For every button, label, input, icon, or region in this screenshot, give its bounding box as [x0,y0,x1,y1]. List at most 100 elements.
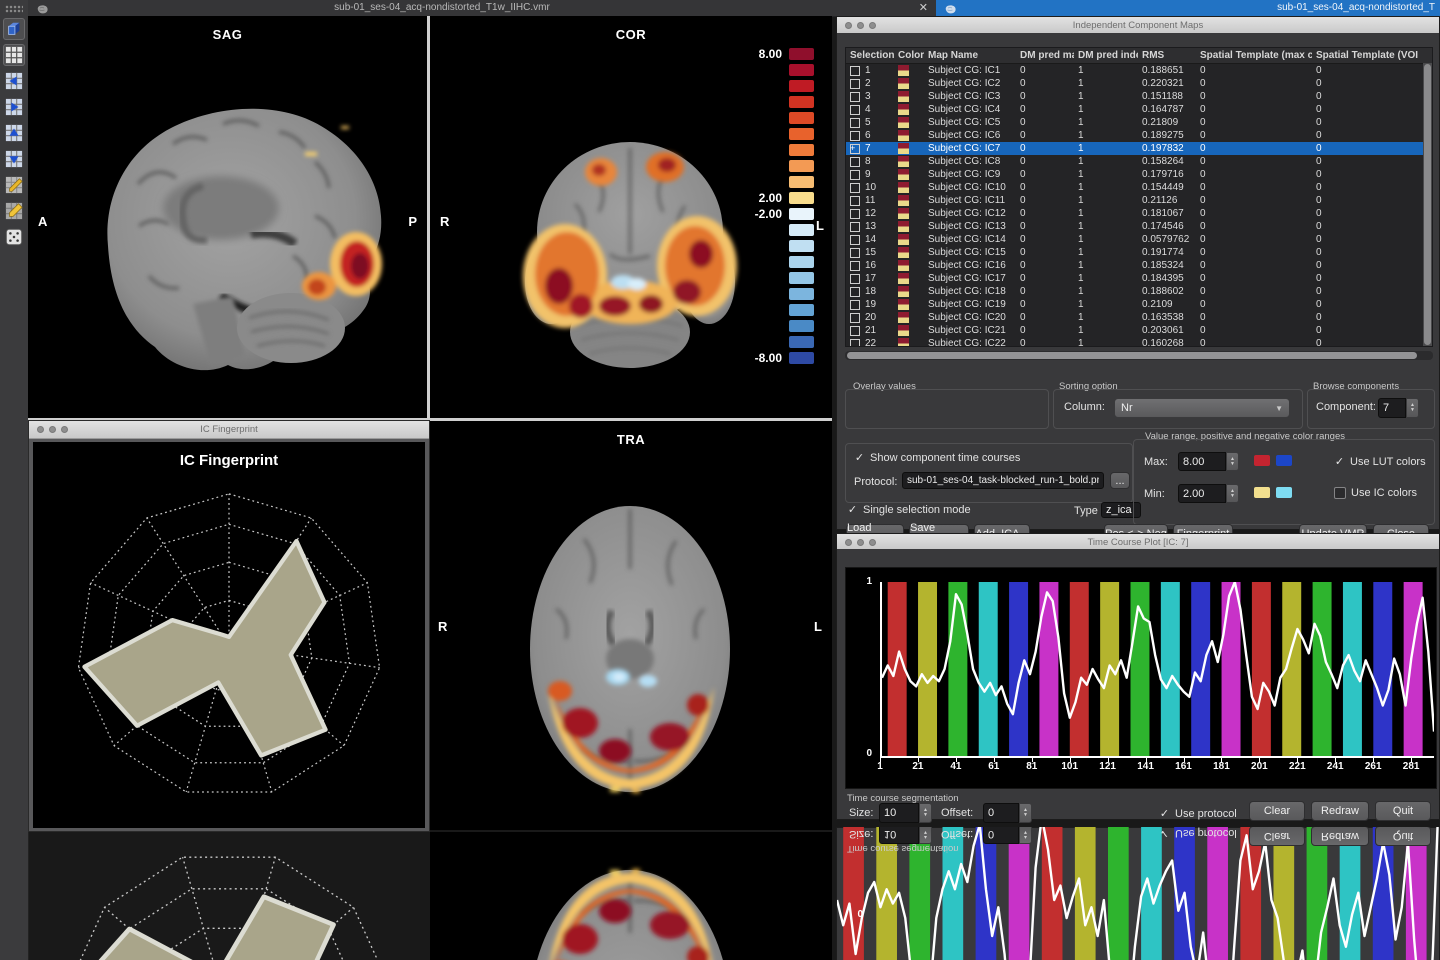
component-table[interactable]: SelectionColorMap NameDM pred maxDM pred… [845,47,1433,347]
protocol-field[interactable]: sub-01_ses-04_task-blocked_run-1_bold.pr… [902,472,1104,489]
table-row[interactable]: 14Subject CG: IC14010.057976200 [846,233,1432,246]
pencil-alt-icon[interactable] [3,200,25,222]
size-stepper[interactable]: 10 ▲▼ [879,803,932,823]
single-selection-checkbox[interactable]: ✓ Single selection mode [847,503,971,516]
table-row[interactable]: 21Subject CG: IC21010.20306100 [846,324,1432,337]
component-table-header[interactable]: SelectionColorMap NameDM pred maxDM pred… [846,48,1432,64]
row-checkbox[interactable] [850,118,860,128]
offset-stepper[interactable]: 0 ▲▼ [983,803,1032,823]
max-stepper[interactable]: 8.00 ▲▼ [1178,452,1239,471]
stepper-arrows-icon[interactable]: ▲▼ [1226,484,1239,503]
use-protocol-checkbox[interactable]: ✓ Use protocol [1159,807,1237,820]
stepper-arrows-icon[interactable]: ▲▼ [919,803,932,823]
sag-slice-view[interactable]: SAG A P [28,16,427,420]
row-checkbox[interactable] [850,183,860,193]
row-checkbox[interactable] [850,79,860,89]
table-row[interactable]: 11Subject CG: IC11010.2112600 [846,194,1432,207]
clear-button[interactable]: Clear [1249,801,1305,821]
table-row[interactable]: 20Subject CG: IC20010.16353800 [846,311,1432,324]
close-icon[interactable]: ✕ [919,1,928,14]
table-row[interactable]: 3Subject CG: IC3010.15118800 [846,90,1432,103]
stepper-arrows-icon[interactable]: ▲▼ [1019,803,1032,823]
fingerprint-reflection: IC Fingerprint IC Fingerprint [28,832,430,960]
column-header[interactable]: DM pred index [1074,48,1138,63]
column-header[interactable]: RMS [1138,48,1196,63]
stepper-arrows-icon: ▲▼ [1019,827,1032,844]
table-horizontal-scrollbar[interactable] [845,351,1433,360]
row-checkbox[interactable] [850,339,860,348]
column-header[interactable]: Map Name [924,48,1016,63]
table-row[interactable]: 4Subject CG: IC4010.16478700 [846,103,1432,116]
min-stepper[interactable]: 2.00 ▲▼ [1178,484,1239,503]
row-checkbox[interactable] [850,157,860,167]
row-checkbox[interactable] [850,131,860,141]
cor-view-label: COR [430,27,832,42]
fingerprint-window-titlebar[interactable]: IC Fingerprint [29,421,429,439]
vmr-window-titlebar[interactable]: sub-01_ses-04_acq-nondistorted_T1w_IIHC.… [28,0,936,17]
table-row[interactable]: 9Subject CG: IC9010.17971600 [846,168,1432,181]
stepper-arrows-icon[interactable]: ▲▼ [1226,452,1239,471]
sort-column-dropdown[interactable]: Nr ▼ [1114,398,1290,418]
redraw-button[interactable]: Redraw [1311,801,1369,821]
table-row[interactable]: 15Subject CG: IC15010.19177400 [846,246,1432,259]
tra-slice-view[interactable]: TRA R L [430,832,832,960]
table-row[interactable]: 7Subject CG: IC7010.19783200 [846,142,1432,155]
row-checkbox[interactable] [850,196,860,206]
stepper-arrows-icon[interactable]: ▲▼ [1406,398,1419,418]
row-checkbox[interactable] [850,300,860,310]
protocol-browse-button[interactable]: ... [1110,472,1130,489]
column-header[interactable]: Spatial Template (max cor [1196,48,1312,63]
tra-slice-view[interactable]: TRA R L [430,421,832,830]
column-header[interactable]: Color [894,48,924,63]
table-row[interactable]: 12Subject CG: IC12010.18106700 [846,207,1432,220]
row-checkbox[interactable] [850,144,860,154]
table-row[interactable]: 13Subject CG: IC13010.17454600 [846,220,1432,233]
row-checkbox[interactable] [850,261,860,271]
grid-icon[interactable] [3,44,25,66]
grid-arrow-right-icon[interactable] [3,96,25,118]
table-row[interactable]: 17Subject CG: IC17010.18439500 [846,272,1432,285]
row-checkbox[interactable] [850,170,860,180]
tcp-titlebar[interactable]: Time Course Plot [IC: 7] [837,534,1439,550]
row-checkbox[interactable] [850,235,860,245]
grid-arrow-down-icon[interactable] [3,148,25,170]
dice-icon[interactable] [3,226,25,248]
row-checkbox[interactable] [850,92,860,102]
icm-titlebar[interactable]: Independent Component Maps [837,17,1439,34]
table-vertical-scrollbar[interactable] [1423,63,1432,346]
grid-arrow-left-icon[interactable] [3,70,25,92]
table-row[interactable]: 2Subject CG: IC2010.22032100 [846,77,1432,90]
grid-arrow-up-icon[interactable] [3,122,25,144]
component-table-body[interactable]: 1Subject CG: IC1010.188651002Subject CG:… [846,64,1432,347]
table-row[interactable]: 5Subject CG: IC5010.2180900 [846,116,1432,129]
show-time-courses-checkbox[interactable]: ✓ Show component time courses [854,451,1020,464]
table-row[interactable]: 19Subject CG: IC19010.210900 [846,298,1432,311]
table-row[interactable]: 6Subject CG: IC6010.18927500 [846,129,1432,142]
use-ic-colors-checkbox[interactable]: Use IC colors [1334,487,1417,499]
row-checkbox[interactable] [850,222,860,232]
row-checkbox[interactable] [850,105,860,115]
row-checkbox[interactable] [850,209,860,219]
table-row[interactable]: 18Subject CG: IC18010.18860200 [846,285,1432,298]
row-checkbox[interactable] [850,66,860,76]
row-checkbox[interactable] [850,326,860,336]
row-checkbox[interactable] [850,274,860,284]
column-header[interactable]: Selection [846,48,894,63]
cube-3d-icon[interactable] [3,18,25,40]
table-row[interactable]: 22Subject CG: IC22010.16026800 [846,337,1432,347]
column-header[interactable]: DM pred max [1016,48,1074,63]
row-checkbox[interactable] [850,287,860,297]
component-stepper[interactable]: 7 ▲▼ [1378,398,1419,418]
background-window-titlebar[interactable]: sub-01_ses-04_acq-nondistorted_T [936,0,1440,16]
column-header[interactable]: Spatial Template (VOI [1312,48,1432,63]
table-row[interactable]: 10Subject CG: IC10010.15444900 [846,181,1432,194]
table-row[interactable]: 16Subject CG: IC16010.18532400 [846,259,1432,272]
cor-slice-view[interactable]: COR R L [430,16,832,420]
row-checkbox[interactable] [850,313,860,323]
table-row[interactable]: 1Subject CG: IC1010.18865100 [846,64,1432,77]
use-lut-colors-checkbox[interactable]: ✓ Use LUT colors [1334,455,1426,468]
table-row[interactable]: 8Subject CG: IC8010.15826400 [846,155,1432,168]
row-checkbox[interactable] [850,248,860,258]
pencil-icon[interactable] [3,174,25,196]
quit-button[interactable]: Quit [1375,801,1431,821]
